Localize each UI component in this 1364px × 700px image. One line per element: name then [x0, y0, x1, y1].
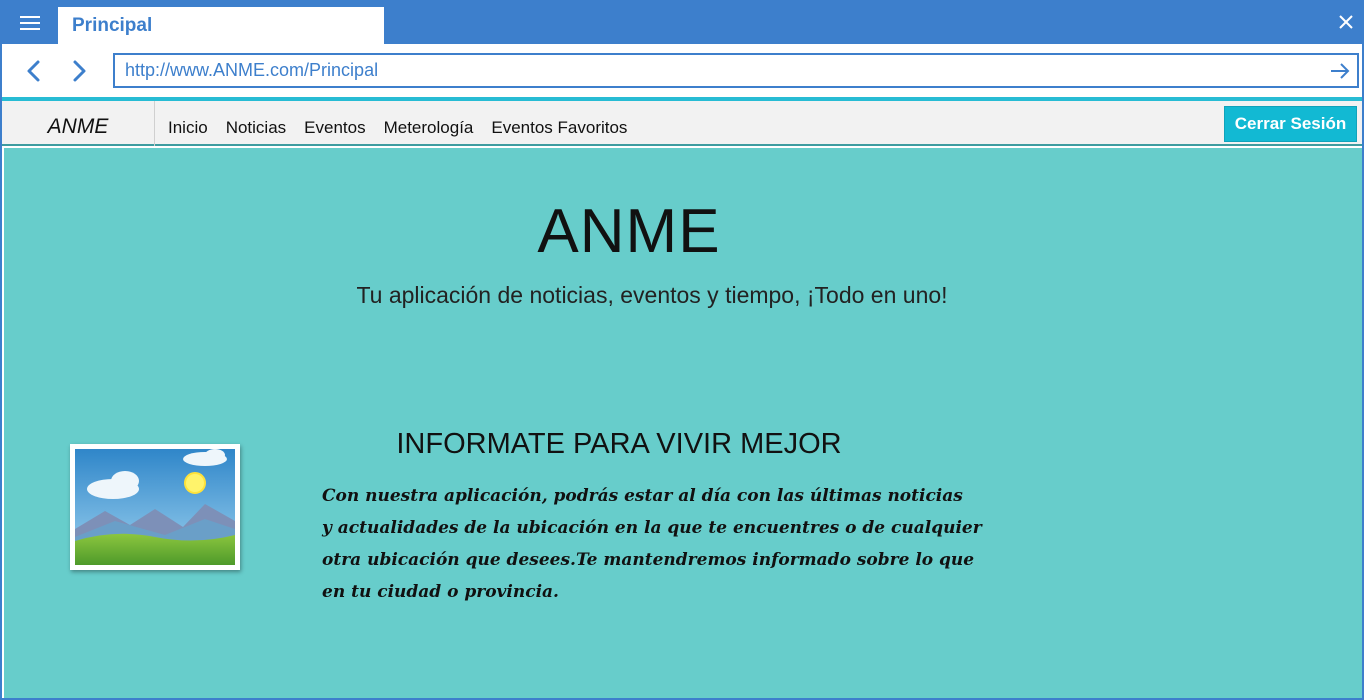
description-line: y actualidades de la ubicación en la que…: [322, 518, 982, 538]
page-subtitle: Tu aplicación de noticias, eventos y tie…: [356, 282, 948, 308]
description-line: otra ubicación que desees.Te mantendremo…: [322, 550, 975, 570]
menu-item-inicio[interactable]: Inicio: [168, 118, 208, 138]
arrow-right-icon[interactable]: [1329, 60, 1351, 82]
menu-item-noticias[interactable]: Noticias: [226, 118, 286, 138]
brand-logo[interactable]: ANME: [2, 101, 155, 146]
url-text: http://www.ANME.com/Principal: [125, 60, 379, 80]
main-content: ANME Tu aplicación de noticias, eventos …: [4, 148, 1362, 698]
menu-item-meterologia[interactable]: Meterología: [384, 118, 474, 138]
chevron-left-icon[interactable]: [19, 56, 49, 86]
close-icon[interactable]: [1332, 8, 1360, 36]
site-header: ANME Inicio Noticias Eventos Meterología…: [2, 101, 1362, 146]
address-bar-row: http://www.ANME.com/Principal: [2, 44, 1362, 97]
browser-window: Principal http://www.ANME.com/Principal …: [0, 0, 1364, 700]
menu-item-eventos-favoritos[interactable]: Eventos Favoritos: [491, 118, 627, 138]
logout-button[interactable]: Cerrar Sesión: [1224, 106, 1357, 142]
section-title: INFORMATE PARA VIVIR MEJOR: [396, 428, 842, 460]
page-title: ANME: [537, 197, 721, 266]
url-input[interactable]: http://www.ANME.com/Principal: [113, 53, 1359, 88]
description-line: Con nuestra aplicación, podrás estar al …: [322, 486, 963, 506]
description-line: en tu ciudad o provincia.: [322, 582, 559, 602]
section-description: Con nuestra aplicación, podrás estar al …: [322, 480, 982, 608]
chevron-right-icon[interactable]: [64, 56, 94, 86]
landscape-image-icon: [70, 444, 240, 570]
menu-item-eventos[interactable]: Eventos: [304, 118, 365, 138]
tab-principal[interactable]: Principal: [58, 7, 384, 44]
hamburger-icon[interactable]: [8, 7, 52, 39]
title-bar: Principal: [2, 0, 1362, 44]
main-menu: Inicio Noticias Eventos Meterología Even…: [168, 101, 645, 146]
